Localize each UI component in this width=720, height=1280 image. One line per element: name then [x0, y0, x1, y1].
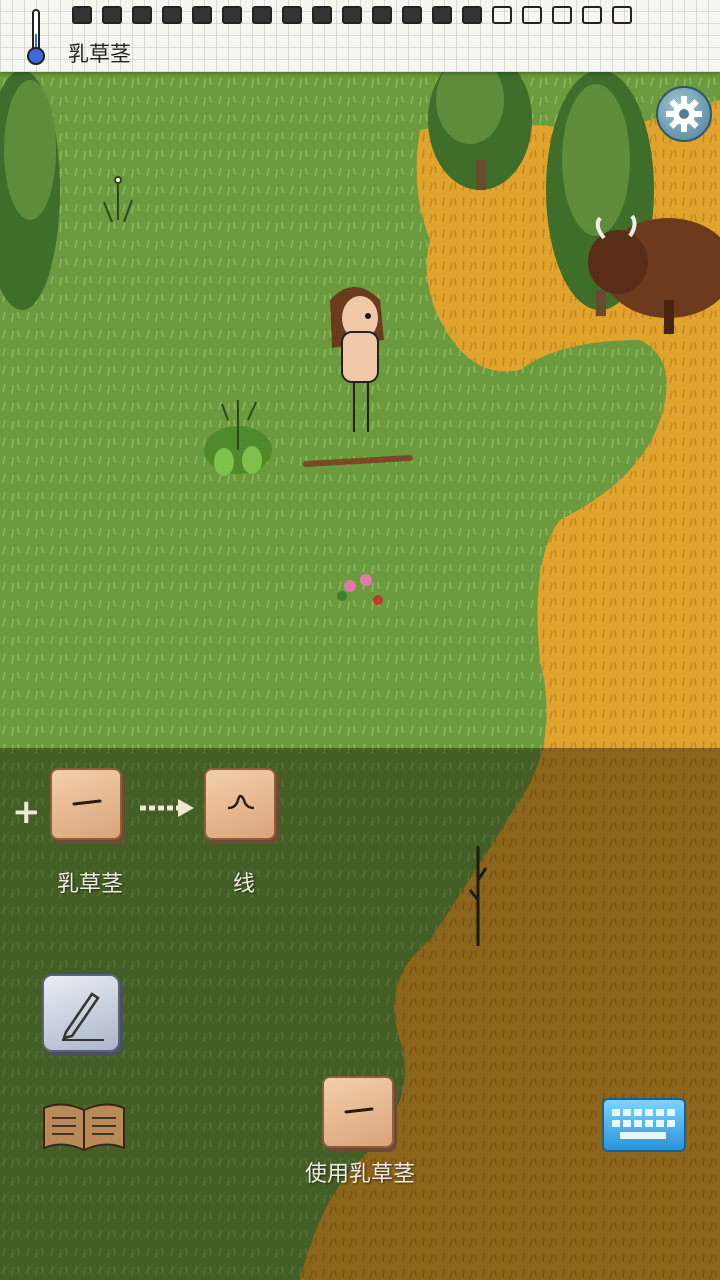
use-item-tile[interactable]: [322, 1076, 394, 1148]
arrow-icon: [140, 799, 194, 817]
food-pip: [342, 6, 362, 24]
food-pip: [612, 6, 632, 24]
use-item-label: 使用乳草茎: [304, 1162, 415, 1187]
plus-icon: +: [12, 792, 41, 832]
recipe-input-tile[interactable]: [50, 768, 122, 840]
food-pip: [432, 6, 452, 24]
gear-icon: [666, 96, 702, 132]
food-pip: [132, 6, 152, 24]
food-pip: [552, 6, 572, 24]
recipe-output-tile[interactable]: [204, 768, 276, 840]
food-pip: [582, 6, 602, 24]
food-pip: [162, 6, 182, 24]
pencil-icon: [62, 992, 104, 1041]
held-item-label: 乳草茎: [68, 42, 131, 66]
status-bar: 乳草茎: [0, 0, 720, 72]
stem-icon: [72, 799, 102, 806]
food-pip: [102, 6, 122, 24]
thread-icon: [227, 794, 255, 810]
book-icon[interactable]: [40, 1098, 128, 1154]
food-pip: [312, 6, 332, 24]
stem-icon: [344, 1107, 374, 1114]
food-pip: [402, 6, 422, 24]
food-pip: [252, 6, 272, 24]
keyboard-button[interactable]: [602, 1098, 686, 1152]
recipe-output-label: 线: [232, 872, 255, 897]
food-pip: [462, 6, 482, 24]
food-pip: [372, 6, 392, 24]
pencil-button[interactable]: [42, 974, 120, 1052]
recipe-input-label: 乳草茎: [56, 872, 123, 897]
keyboard-icon: [612, 1109, 675, 1139]
food-pip: [522, 6, 542, 24]
food-meter: [72, 6, 632, 28]
food-pip: [222, 6, 242, 24]
thermometer-icon: [27, 9, 45, 65]
settings-button[interactable]: [656, 86, 712, 142]
food-pip: [282, 6, 302, 24]
food-pip: [72, 6, 92, 24]
food-pip: [192, 6, 212, 24]
food-pip: [492, 6, 512, 24]
